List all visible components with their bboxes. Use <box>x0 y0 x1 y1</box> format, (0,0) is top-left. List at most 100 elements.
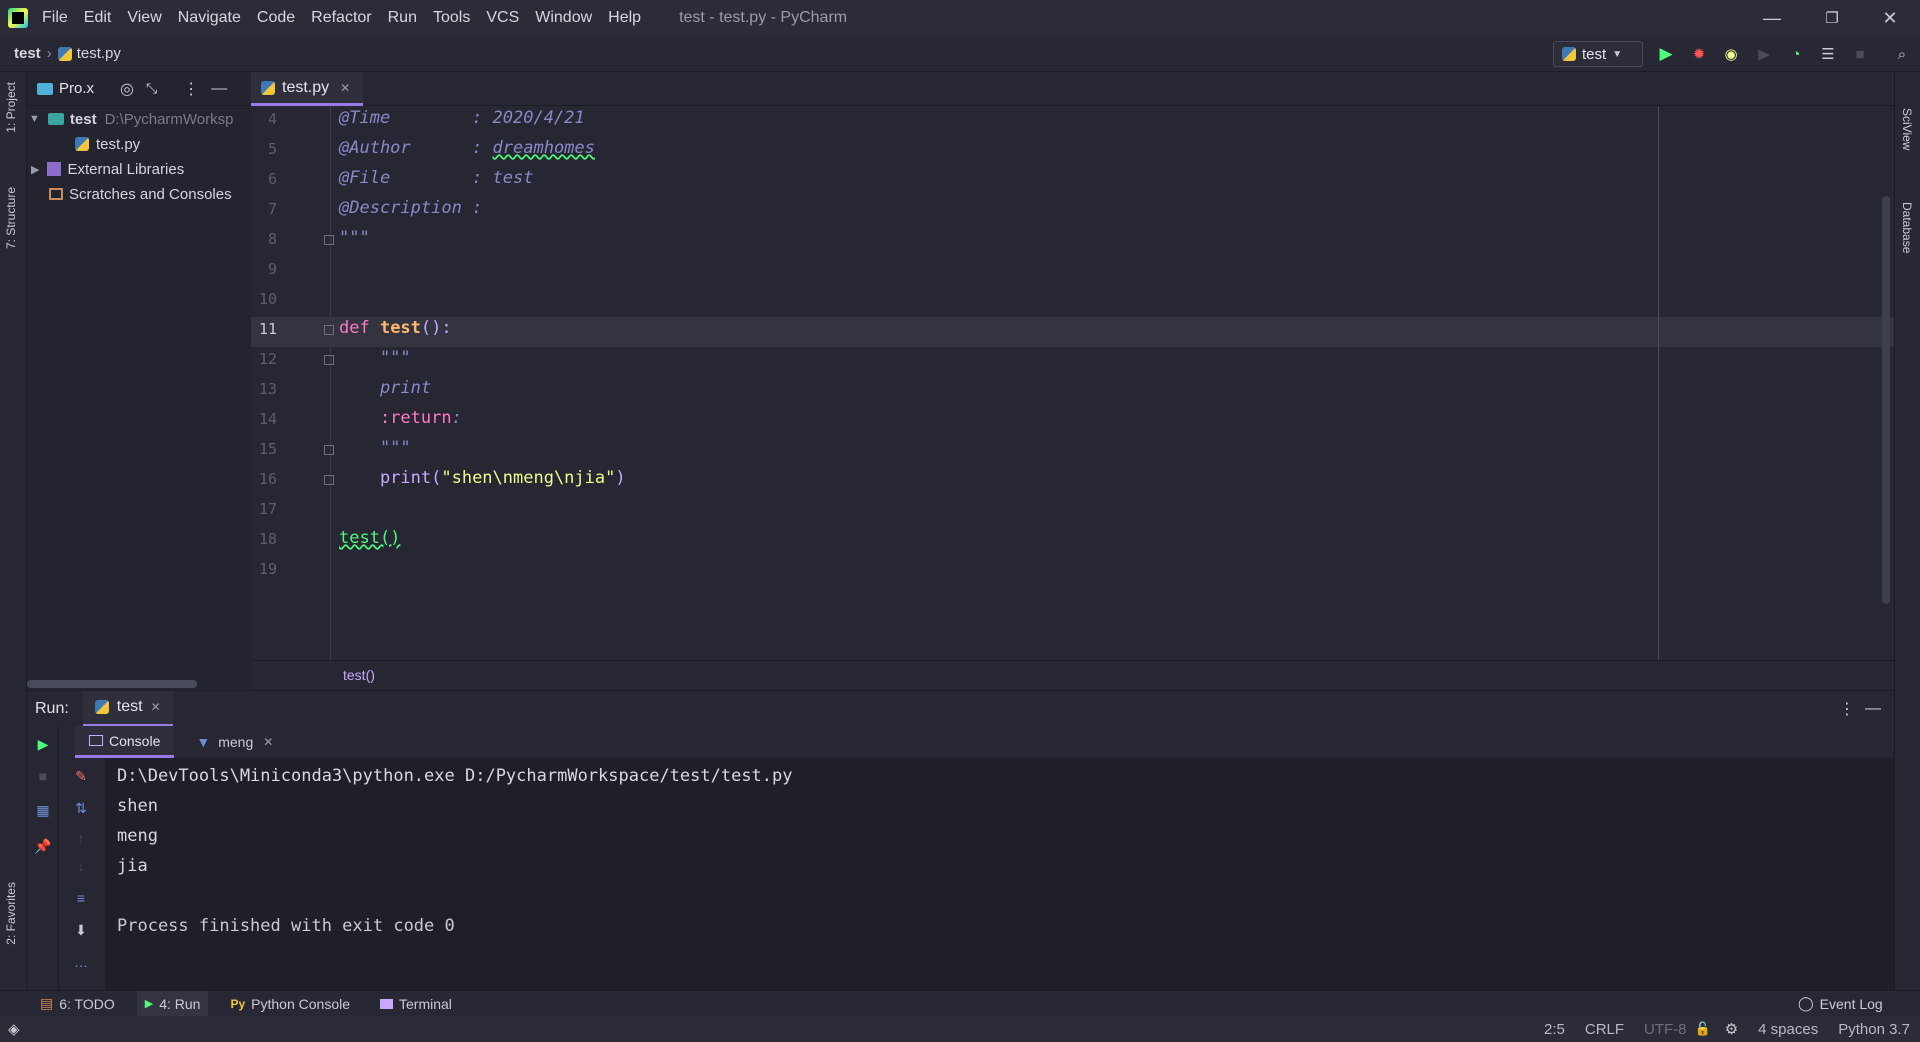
line-number: 7 <box>267 200 277 218</box>
fold-marker-icon[interactable] <box>324 235 334 245</box>
hide-panel-icon[interactable]: — <box>211 80 227 98</box>
rerun-icon[interactable]: ▶ <box>33 734 53 754</box>
run-icon[interactable]: ▶ <box>1656 44 1676 64</box>
fold-marker-icon[interactable] <box>324 445 334 455</box>
tree-item-scratches[interactable]: Scratches and Consoles <box>49 182 232 206</box>
menu-item-tools[interactable]: Tools <box>433 9 470 27</box>
favorites-tool-tab[interactable]: 2: Favorites <box>4 882 18 945</box>
function-breadcrumb[interactable]: test() <box>343 667 375 683</box>
python-console-tool-tab[interactable]: Py Python Console <box>222 991 358 1017</box>
run-tool-tab[interactable]: ▶ 4: Run <box>136 990 209 1017</box>
close-button[interactable]: ✕ <box>1860 0 1920 36</box>
menu-item-file[interactable]: File <box>42 9 68 27</box>
console-line: Process finished with exit code 0 <box>117 916 455 936</box>
todo-tool-tab[interactable]: ▤ 6: TODO <box>32 991 123 1017</box>
stop-icon[interactable]: ■ <box>1850 44 1870 64</box>
menu-item-view[interactable]: View <box>127 9 161 27</box>
project-view-label[interactable]: Pro.x <box>59 80 94 97</box>
breadcrumb-project[interactable]: test <box>14 45 41 62</box>
right-tool-strip: SciView Database <box>1894 72 1920 990</box>
sort-icon[interactable]: ⇅ <box>71 798 91 818</box>
lock-icon[interactable]: 🔓 <box>1695 1021 1711 1037</box>
editor-vertical-scrollbar[interactable] <box>1882 196 1890 604</box>
menu-item-vcs[interactable]: VCS <box>486 9 519 27</box>
horizontal-scrollbar[interactable] <box>27 680 197 688</box>
close-filter-icon[interactable]: ✕ <box>263 735 273 749</box>
more-actions-icon[interactable]: … <box>71 952 91 972</box>
fold-marker-icon[interactable] <box>324 475 334 485</box>
file-encoding[interactable]: UTF-8 <box>1644 1021 1687 1038</box>
restore-layout-icon[interactable]: ▦ <box>33 800 53 820</box>
tree-item-label: test.py <box>96 135 141 153</box>
tree-item-label: Scratches and Consoles <box>69 185 232 203</box>
fold-marker-icon[interactable] <box>324 325 334 335</box>
sciview-tool-tab[interactable]: SciView <box>1900 108 1914 150</box>
filter-tab-label[interactable]: meng <box>218 734 253 750</box>
run-tab-test[interactable]: test ✕ <box>82 690 173 727</box>
minimize-button[interactable]: — <box>1742 0 1802 36</box>
editor-tab-test-py[interactable]: test.py ✕ <box>251 72 363 106</box>
tree-item-test-py[interactable]: test.py <box>75 132 140 156</box>
tree-item-project-root[interactable]: ▼ test D:\PycharmWorksp <box>27 107 234 131</box>
console-tab[interactable]: Console <box>75 726 175 758</box>
python-file-icon <box>261 80 275 95</box>
up-arrow-icon[interactable]: ↑ <box>71 828 91 848</box>
clear-all-icon[interactable]: ✎ <box>71 766 91 786</box>
python-file-icon <box>75 137 89 151</box>
editor-tab-label: test.py <box>282 78 330 96</box>
fold-marker-icon[interactable] <box>324 355 334 365</box>
project-root-name: test <box>69 110 97 128</box>
inspector-icon[interactable]: ⚙ <box>1725 1020 1738 1038</box>
run-config-label: test <box>1582 45 1607 63</box>
line-separator[interactable]: CRLF <box>1585 1021 1624 1038</box>
close-tab-icon[interactable]: ✕ <box>151 700 161 714</box>
profile-icon[interactable]: ▶ <box>1754 44 1774 64</box>
python-config-icon <box>1562 47 1576 61</box>
menu-item-run[interactable]: Run <box>388 9 417 27</box>
scroll-to-end-icon[interactable]: ⬇ <box>71 920 91 940</box>
caret-position[interactable]: 2:5 <box>1544 1021 1565 1038</box>
menu-item-help[interactable]: Help <box>608 9 641 27</box>
stop-icon[interactable]: ■ <box>33 766 53 786</box>
close-tab-icon[interactable]: ✕ <box>340 81 350 95</box>
event-log-tool-tab[interactable]: ◯ Event Log <box>1790 991 1891 1017</box>
run-configuration-selector[interactable]: test ▼ <box>1553 41 1643 67</box>
down-arrow-icon[interactable]: ↓ <box>71 856 91 876</box>
menu-item-code[interactable]: Code <box>257 9 295 27</box>
concurrency-icon[interactable]: ◔ <box>1786 44 1806 64</box>
indent-setting[interactable]: 4 spaces <box>1758 1021 1818 1038</box>
soft-wrap-icon[interactable]: ≡ <box>71 888 91 908</box>
debug-icon[interactable]: ✹ <box>1689 44 1709 64</box>
run-anything-icon[interactable]: ☰ <box>1818 44 1838 64</box>
maximize-button[interactable]: ❐ <box>1802 0 1862 36</box>
hide-panel-icon[interactable]: — <box>1865 700 1881 718</box>
tool-windows-icon[interactable]: ◈ <box>8 1020 20 1038</box>
bottom-tool-bar: ▤ 6: TODO ▶ 4: Run Py Python Console Ter… <box>0 990 1920 1017</box>
locate-file-icon[interactable]: ◎ <box>120 79 134 99</box>
tree-item-external-libraries[interactable]: ▶ External Libraries <box>27 157 184 181</box>
menu-item-edit[interactable]: Edit <box>84 9 112 27</box>
caret-line-highlight <box>251 317 1894 347</box>
breadcrumb-file[interactable]: test.py <box>77 45 121 62</box>
project-tool-tab[interactable]: 1: Project <box>4 82 18 133</box>
menu-item-window[interactable]: Window <box>535 9 592 27</box>
python-interpreter[interactable]: Python 3.7 <box>1838 1021 1910 1038</box>
terminal-tool-tab[interactable]: Terminal <box>372 991 460 1017</box>
options-menu-icon[interactable]: ⋮ <box>1839 699 1855 719</box>
database-tool-tab[interactable]: Database <box>1900 202 1914 253</box>
coverage-icon[interactable]: ◉ <box>1721 44 1741 64</box>
code-editor[interactable] <box>331 106 1894 660</box>
left-tool-strip: 1: Project 7: Structure 2: Favorites <box>0 72 27 990</box>
console-output[interactable]: D:\DevTools\Miniconda3\python.exe D:/Pyc… <box>105 758 1894 990</box>
menu-item-refactor[interactable]: Refactor <box>311 9 371 27</box>
pin-tab-icon[interactable]: 📌 <box>33 836 53 856</box>
project-panel: Pro.x ◎ ⤡ ⋮ — ▼ test D:\PycharmWorksp te… <box>27 72 251 690</box>
search-everywhere-icon[interactable]: ⌕ <box>1892 44 1912 64</box>
options-menu-icon[interactable]: ⋮ <box>183 79 199 99</box>
collapse-all-icon[interactable]: ⤡ <box>146 80 157 97</box>
structure-tool-tab[interactable]: 7: Structure <box>4 187 18 249</box>
menu-item-navigate[interactable]: Navigate <box>178 9 241 27</box>
line-number: 9 <box>267 260 277 278</box>
console-line: jia <box>117 856 148 876</box>
code-token: test() <box>339 528 401 548</box>
